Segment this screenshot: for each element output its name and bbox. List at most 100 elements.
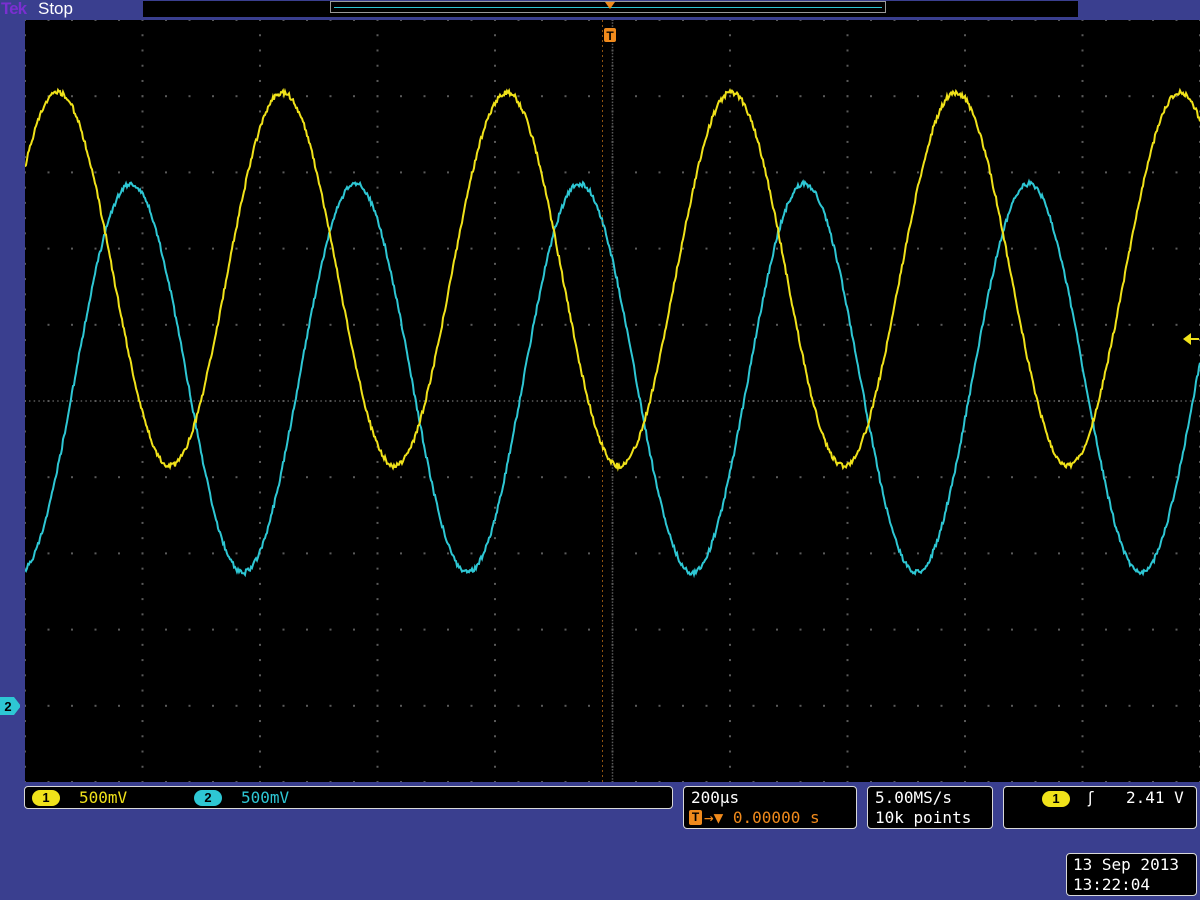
grid-dot — [729, 735, 731, 738]
grid-dot — [832, 400, 835, 402]
trigger-readout-box[interactable]: 1 ʃ 2.41 V — [1003, 786, 1197, 829]
grid-dot — [259, 582, 261, 585]
grid-dot — [870, 476, 872, 479]
grid-dot — [1067, 400, 1070, 402]
grid-dot — [268, 400, 271, 402]
grid-dot — [1175, 323, 1178, 326]
grid-dot — [118, 476, 120, 479]
grid-dot — [564, 247, 567, 250]
grid-dot — [447, 247, 449, 250]
grid-dot — [1081, 445, 1084, 448]
trigger-source-badge[interactable]: 1 — [1042, 791, 1070, 807]
grid-dot — [376, 339, 379, 342]
grid-dot — [964, 262, 966, 265]
trigger-position-icon[interactable]: T — [602, 0, 618, 44]
grid-dot — [165, 95, 167, 98]
grid-dot — [494, 323, 496, 326]
grid-dot — [611, 278, 614, 280]
grid-dot — [141, 506, 144, 509]
grid-dot — [259, 659, 261, 662]
grid-dot — [47, 704, 50, 707]
grid-dot — [611, 637, 614, 640]
grid-dot — [1081, 460, 1084, 463]
grid-dot — [25, 491, 26, 494]
grid-dot — [611, 686, 614, 689]
grid-dot — [611, 430, 614, 433]
channel-readout-box[interactable]: 1 500mV 2 500mV — [24, 786, 673, 809]
channel2-ground-marker[interactable]: 2 — [0, 697, 20, 715]
datetime-box[interactable]: 13 Sep 2013 13:22:04 — [1066, 853, 1197, 896]
grid-dot — [1081, 186, 1084, 189]
channel2-badge[interactable]: 2 — [194, 790, 222, 806]
grid-dot — [940, 476, 943, 479]
acquisition-readout-box[interactable]: 5.00MS/s 10k points — [867, 786, 993, 829]
grid-dot — [846, 171, 849, 174]
grid-dot — [611, 769, 614, 771]
grid-dot — [25, 643, 26, 646]
grid-dot — [141, 750, 144, 753]
grid-dot — [47, 323, 50, 326]
grid-dot — [395, 400, 398, 402]
grid-dot — [611, 668, 614, 670]
grid-dot — [611, 577, 614, 579]
grid-dot — [494, 34, 496, 37]
grid-dot — [611, 729, 614, 731]
grid-dot — [611, 95, 614, 97]
grid-dot — [447, 323, 449, 326]
grid-dot — [964, 232, 966, 235]
grid-dot — [245, 400, 247, 402]
grid-dot — [611, 284, 614, 286]
grid-dot — [259, 247, 261, 250]
grid-dot — [611, 738, 614, 741]
grid-dot — [611, 132, 614, 134]
grid-dot — [259, 20, 261, 21]
grid-dot — [1058, 171, 1060, 174]
grid-dot — [799, 95, 802, 98]
grid-dot — [611, 778, 614, 780]
trigger-level-arrow-icon[interactable] — [1182, 332, 1200, 346]
grid-dot — [71, 95, 73, 98]
grid-dot — [729, 49, 731, 52]
grid-dot — [1147, 400, 1150, 402]
grid-dot — [874, 400, 877, 402]
grid-dot — [818, 400, 821, 402]
timebase-readout-box[interactable]: 200µs T →▼ 0.00000 s — [683, 786, 857, 829]
grid-dot — [1175, 628, 1178, 631]
grid-dot — [611, 424, 614, 427]
grid-dot — [141, 537, 144, 540]
grid-dot — [893, 171, 896, 174]
grid-dot — [870, 552, 872, 555]
grid-dot — [494, 735, 496, 738]
grid-dot — [212, 400, 214, 402]
grid-dot — [1105, 20, 1107, 21]
grid-dot — [447, 552, 449, 555]
grid-dot — [846, 628, 849, 631]
grid-dot — [235, 400, 238, 402]
grid-dot — [823, 95, 825, 98]
grid-dot — [494, 720, 496, 723]
grid-dot — [987, 628, 990, 631]
top-status-bar: Tek Stop — [0, 0, 1200, 18]
grid-dot — [964, 643, 966, 646]
grid-dot — [1058, 323, 1060, 326]
grid-dot — [141, 323, 144, 326]
grid-dot — [306, 781, 308, 782]
grid-dot — [752, 323, 755, 326]
grid-dot — [25, 735, 26, 738]
grid-dot — [611, 366, 614, 369]
grid-dot — [1081, 430, 1084, 433]
grid-dot — [729, 552, 731, 555]
grid-dot — [118, 20, 120, 21]
grid-dot — [376, 64, 379, 67]
grid-dot — [517, 171, 520, 174]
waveform-graticule[interactable] — [25, 20, 1200, 782]
grid-dot — [1072, 400, 1074, 402]
grid-dot — [964, 689, 966, 692]
grid-dot — [799, 20, 802, 21]
channel1-badge[interactable]: 1 — [32, 790, 60, 806]
grid-dot — [1001, 400, 1004, 402]
grid-dot — [94, 781, 97, 782]
grid-dot — [1105, 171, 1107, 174]
grid-dot — [611, 165, 614, 168]
grid-dot — [588, 247, 590, 250]
